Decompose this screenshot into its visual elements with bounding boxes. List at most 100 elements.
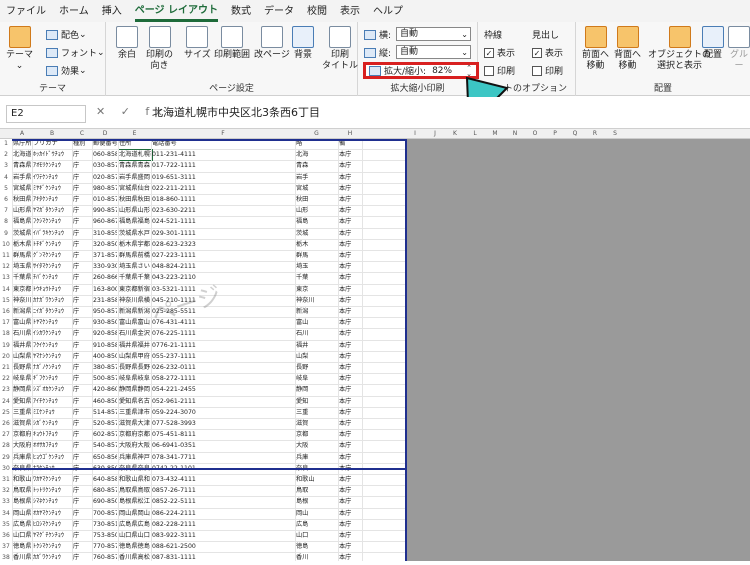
table-cell[interactable]: 500-8570 (93, 374, 117, 384)
width-select[interactable]: 自動 ⌄ (396, 27, 471, 41)
table-cell[interactable]: 青森 (296, 161, 337, 171)
table-cell[interactable]: 庁 (73, 150, 91, 160)
table-cell[interactable]: 北海道庁 (13, 150, 31, 160)
row-header[interactable]: 31 (0, 475, 12, 486)
table-cell[interactable]: 本庁 (339, 184, 361, 194)
tab-2[interactable]: 挿入 (102, 2, 122, 20)
table-cell[interactable]: 本庁 (339, 329, 361, 339)
table-cell[interactable]: 香川県高松市番町4-1-10 (119, 553, 150, 561)
table-cell[interactable]: 400-8501 (93, 352, 117, 362)
table-cell[interactable]: 本庁 (339, 217, 361, 227)
table-cell[interactable]: 秋田 (296, 195, 337, 205)
table-cell[interactable]: 滋賀県庁 (13, 419, 31, 429)
table-cell[interactable]: ﾄｯﾄﾘｹﾝﾁｮｳ (33, 486, 71, 496)
table-cell[interactable]: 本庁 (339, 307, 361, 317)
table-cell[interactable]: 460-8501 (93, 397, 117, 407)
row-header[interactable]: 33 (0, 497, 12, 508)
row-header[interactable]: 10 (0, 240, 12, 251)
row-header[interactable]: 13 (0, 273, 12, 284)
table-cell[interactable]: 三重県庁 (13, 408, 31, 418)
row-header[interactable]: 20 (0, 352, 12, 363)
tab-4[interactable]: 数式 (231, 2, 251, 20)
table-cell[interactable]: 栃木県庁 (13, 240, 31, 250)
table-cell[interactable]: 020-8570 (93, 173, 117, 183)
margins-button[interactable]: 余白 (116, 26, 138, 61)
table-cell[interactable]: 本庁 (339, 497, 361, 507)
table-cell[interactable]: 0776-21-1111 (152, 341, 294, 351)
table-cell[interactable]: 930-8501 (93, 318, 117, 328)
table-cell[interactable]: 山梨県甲府市丸の内1-6-1 (119, 352, 150, 362)
table-cell[interactable]: ﾌｸｲｹﾝﾁｮｳ (33, 341, 71, 351)
column-header[interactable]: O (525, 130, 545, 137)
row-header[interactable]: 15 (0, 296, 12, 307)
table-cell[interactable]: 320-8501 (93, 240, 117, 250)
table-cell[interactable]: 京都府京都市上京区下立売通新町西入薮ノ内町 (119, 430, 150, 440)
column-header[interactable]: K (445, 130, 465, 137)
table-cell[interactable]: ｼｽﾞｵｶｹﾝﾁｮｳ (33, 385, 71, 395)
table-cell[interactable]: 055-237-1111 (152, 352, 294, 362)
table-cell[interactable]: 087-831-1111 (152, 553, 294, 561)
table-cell[interactable]: 690-8501 (93, 497, 117, 507)
row-header[interactable]: 4 (0, 173, 12, 184)
table-cell[interactable]: 086-224-2111 (152, 509, 294, 519)
table-cell[interactable]: 岩手県盛岡市内丸10-1 (119, 173, 150, 183)
row-header[interactable]: 37 (0, 542, 12, 553)
fonts-button[interactable]: フォント ⌄ (46, 46, 105, 59)
row-header[interactable]: 28 (0, 441, 12, 452)
table-cell[interactable]: 島根県松江市殿町1番地 (119, 497, 150, 507)
height-select[interactable]: 自動 ⌄ (396, 45, 471, 59)
row-header[interactable]: 9 (0, 229, 12, 240)
table-cell[interactable]: 和歌山県和歌山市小松原通1-1 (119, 475, 150, 485)
table-cell[interactable]: ｶｶﾞﾜｹﾝﾁｮｳ (33, 553, 71, 561)
table-cell[interactable]: 本庁 (339, 161, 361, 171)
table-cell[interactable]: 福井 (296, 341, 337, 351)
table-cell[interactable]: 本庁 (339, 486, 361, 496)
table-cell[interactable]: 庁 (73, 520, 91, 530)
row-header[interactable]: 1 (0, 139, 12, 150)
tab-5[interactable]: データ (264, 2, 294, 20)
table-cell[interactable]: 神奈川 (296, 296, 337, 306)
table-cell[interactable]: 秋田県秋田市山王4-1-1 (119, 195, 150, 205)
table-cell[interactable]: 山形県山形市松波2-8-1 (119, 206, 150, 216)
table-cell[interactable]: 庁 (73, 531, 91, 541)
table-cell[interactable]: 福島県福島市杉妻町2-16 (119, 217, 150, 227)
table-cell[interactable]: 東京 (296, 285, 337, 295)
table-cell[interactable]: 庁 (73, 229, 91, 239)
table-cell[interactable]: ﾁﾊﾞｹﾝﾁｮｳ (33, 273, 71, 283)
table-cell[interactable]: 310-8555 (93, 229, 117, 239)
print-titles-button[interactable]: 印刷 タイトル (322, 26, 358, 72)
table-cell[interactable]: 910-8580 (93, 341, 117, 351)
table-cell[interactable]: 514-8570 (93, 408, 117, 418)
column-header[interactable]: J (425, 130, 445, 137)
row-header[interactable]: 24 (0, 397, 12, 408)
table-cell[interactable]: 027-223-1111 (152, 251, 294, 261)
table-cell[interactable]: 本庁 (339, 285, 361, 295)
table-cell[interactable]: 千葉 (296, 273, 337, 283)
table-cell[interactable]: 京都府庁 (13, 430, 31, 440)
table-cell[interactable]: 広島県広島市中区基町10-52 (119, 520, 150, 530)
table-cell[interactable]: 山口県山口市滝町1-1 (119, 531, 150, 541)
table-cell[interactable]: 本庁 (339, 542, 361, 552)
table-cell[interactable]: 群馬県庁 (13, 251, 31, 261)
row-header[interactable]: 27 (0, 430, 12, 441)
table-cell[interactable]: 022-211-2111 (152, 184, 294, 194)
table-cell[interactable]: 059-224-3070 (152, 408, 294, 418)
table-cell[interactable]: 静岡県庁 (13, 385, 31, 395)
row-header[interactable]: 26 (0, 419, 12, 430)
table-cell[interactable]: 本庁 (339, 553, 361, 561)
table-cell[interactable]: 庁 (73, 419, 91, 429)
table-cell[interactable]: 岩手県庁 (13, 173, 31, 183)
table-cell[interactable]: 岐阜 (296, 374, 337, 384)
effects-button[interactable]: 効果 ⌄ (46, 64, 87, 77)
table-cell[interactable]: ﾜｶﾔﾏｹﾝﾁｮｳ (33, 475, 71, 485)
table-cell[interactable]: ﾋﾛｼﾏｹﾝﾁｮｳ (33, 520, 71, 530)
table-cell[interactable]: 宮城県庁 (13, 184, 31, 194)
breaks-button[interactable]: 改ページ (254, 26, 290, 61)
table-cell[interactable]: 庁 (73, 509, 91, 519)
table-cell[interactable]: ｶﾅｶﾞﾜｹﾝﾁｮｳ (33, 296, 71, 306)
table-cell[interactable]: 和歌山県庁 (13, 475, 31, 485)
table-cell[interactable]: 753-8501 (93, 531, 117, 541)
bring-forward-button[interactable]: 前面へ 移動 (582, 26, 609, 72)
table-cell[interactable]: ﾐｴｹﾝﾁｮｳ (33, 408, 71, 418)
table-cell[interactable]: 680-8570 (93, 486, 117, 496)
